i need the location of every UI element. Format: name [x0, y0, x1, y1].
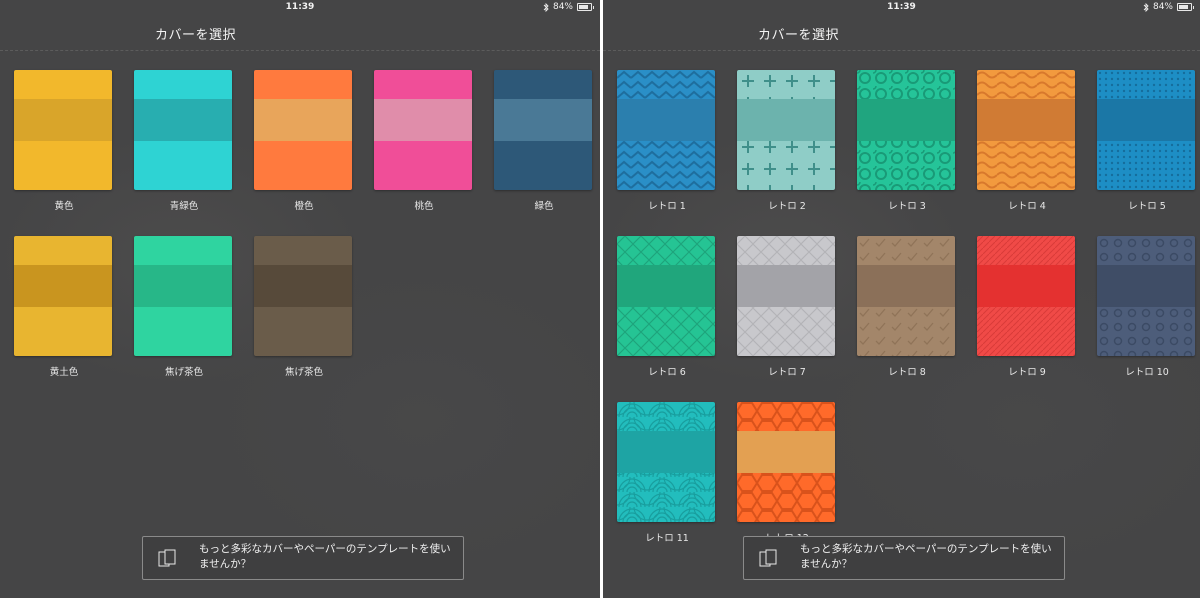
cover-option[interactable]: レトロ 6 [617, 236, 717, 378]
cover-thumbnail [1097, 70, 1195, 190]
cover-option[interactable]: レトロ 12 [737, 402, 837, 544]
more-templates-button[interactable]: もっと多彩なカバーやペーパーのテンプレートを使いませんか？ [743, 536, 1065, 580]
cover-picker-panel-right: 11:39 84% カバーを選択 レトロ 1 レトロ 2 レトロ 3 レトロ 4 レトロ… [603, 0, 1200, 598]
cover-label: レトロ 9 [1008, 367, 1046, 378]
cover-band [737, 265, 835, 307]
cover-band [134, 99, 232, 141]
cover-grid: レトロ 1 レトロ 2 レトロ 3 レトロ 4 レトロ 5 レトロ 6 レトロ 7 レトロ 8… [603, 0, 1200, 598]
templates-icon [157, 547, 179, 569]
cover-label: 緑色 [534, 201, 554, 212]
cover-label: レトロ 5 [1128, 201, 1166, 212]
cover-thumbnail [254, 70, 352, 190]
cover-option[interactable]: レトロ 9 [977, 236, 1077, 378]
cover-label: 桃色 [414, 201, 434, 212]
cover-band [977, 99, 1075, 141]
cover-band [857, 99, 955, 141]
cover-thumbnail [857, 70, 955, 190]
cover-label: 橙色 [294, 201, 314, 212]
cover-thumbnail [977, 70, 1075, 190]
cover-option[interactable]: レトロ 7 [737, 236, 837, 378]
cover-option[interactable]: レトロ 8 [857, 236, 957, 378]
cover-option[interactable]: レトロ 10 [1097, 236, 1197, 378]
more-templates-button[interactable]: もっと多彩なカバーやペーパーのテンプレートを使いませんか？ [142, 536, 464, 580]
cover-band [857, 265, 955, 307]
cover-option[interactable]: レトロ 2 [737, 70, 837, 212]
cover-label: レトロ 3 [888, 201, 926, 212]
cover-label: レトロ 11 [645, 533, 689, 544]
cover-option[interactable]: レトロ 4 [977, 70, 1077, 212]
cover-band [617, 265, 715, 307]
cover-thumbnail [737, 236, 835, 356]
cover-picker-panel-left: 11:39 84% カバーを選択 黄色 青緑色 橙色 桃色 緑色 黄土色 焦げ茶色 焦げ茶色 … [0, 0, 600, 598]
cover-thumbnail [977, 236, 1075, 356]
cover-thumbnail [737, 70, 835, 190]
cover-option[interactable]: レトロ 5 [1097, 70, 1197, 212]
templates-icon [758, 547, 780, 569]
cover-label: 黄土色 [49, 367, 79, 378]
cover-band [617, 99, 715, 141]
cover-option[interactable]: 黄土色 [14, 236, 114, 378]
cover-thumbnail [737, 402, 835, 522]
cover-band [617, 431, 715, 473]
cover-option[interactable]: レトロ 11 [617, 402, 717, 544]
cover-option[interactable]: 青緑色 [134, 70, 234, 212]
cover-thumbnail [857, 236, 955, 356]
cover-label: レトロ 4 [1008, 201, 1046, 212]
cover-thumbnail [617, 402, 715, 522]
cover-thumbnail [254, 236, 352, 356]
cover-band [254, 99, 352, 141]
cover-label: 焦げ茶色 [164, 367, 203, 378]
cover-band [494, 99, 592, 141]
cover-option[interactable]: レトロ 3 [857, 70, 957, 212]
cover-option[interactable]: 黄色 [14, 70, 114, 212]
cover-thumbnail [14, 70, 112, 190]
cover-option[interactable]: 焦げ茶色 [134, 236, 234, 378]
cover-label: レトロ 6 [648, 367, 686, 378]
cover-label: レトロ 1 [648, 201, 686, 212]
cover-thumbnail [1097, 236, 1195, 356]
cover-band [14, 265, 112, 307]
cover-label: レトロ 10 [1125, 367, 1169, 378]
cover-label: レトロ 7 [768, 367, 806, 378]
cover-option[interactable]: 桃色 [374, 70, 474, 212]
cover-label: 焦げ茶色 [284, 367, 323, 378]
cover-band [737, 431, 835, 473]
cover-grid: 黄色 青緑色 橙色 桃色 緑色黄土色 焦げ茶色 焦げ茶色 [0, 0, 600, 598]
cover-thumbnail [134, 236, 232, 356]
more-templates-text: もっと多彩なカバーやペーパーのテンプレートを使いませんか？ [800, 543, 1052, 570]
cover-band [977, 265, 1075, 307]
cover-thumbnail [617, 70, 715, 190]
cover-thumbnail [494, 70, 592, 190]
cover-label: レトロ 8 [888, 367, 926, 378]
cover-thumbnail [617, 236, 715, 356]
cover-option[interactable]: 焦げ茶色 [254, 236, 354, 378]
more-templates-text: もっと多彩なカバーやペーパーのテンプレートを使いませんか？ [199, 543, 451, 570]
cover-thumbnail [374, 70, 472, 190]
cover-band [254, 265, 352, 307]
cover-band [134, 265, 232, 307]
cover-band [737, 99, 835, 141]
cover-thumbnail [14, 236, 112, 356]
cover-label: 黄色 [54, 201, 74, 212]
cover-band [1097, 99, 1195, 141]
cover-option[interactable]: 緑色 [494, 70, 594, 212]
cover-label: レトロ 2 [768, 201, 806, 212]
cover-option[interactable]: 橙色 [254, 70, 354, 212]
cover-thumbnail [134, 70, 232, 190]
cover-band [374, 99, 472, 141]
cover-band [14, 99, 112, 141]
cover-band [1097, 265, 1195, 307]
cover-label: 青緑色 [169, 201, 199, 212]
cover-option[interactable]: レトロ 1 [617, 70, 717, 212]
